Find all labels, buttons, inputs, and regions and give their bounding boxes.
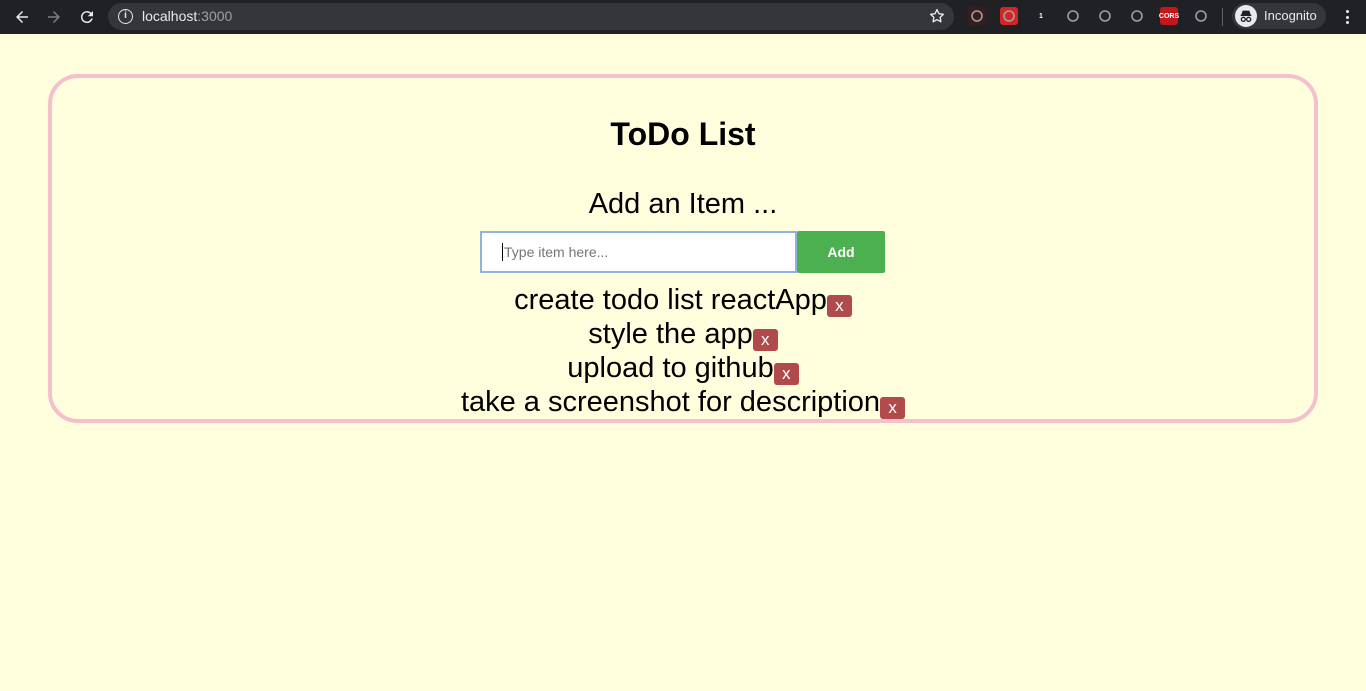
color-picker-extension-icon[interactable] bbox=[1192, 7, 1210, 25]
delete-item-button[interactable]: x bbox=[752, 329, 778, 351]
browser-menu-icon[interactable] bbox=[1338, 8, 1356, 26]
todo-item: style the app x bbox=[0, 317, 1366, 351]
add-item-heading: Add an Item ... bbox=[588, 188, 778, 220]
shield-extension-icon[interactable] bbox=[1096, 7, 1114, 25]
todo-item: upload to github x bbox=[0, 351, 1366, 385]
address-bar[interactable]: i localhost:3000 bbox=[108, 3, 954, 30]
url-text[interactable]: localhost:3000 bbox=[142, 8, 232, 24]
todo-item-text: create todo list reactApp bbox=[514, 284, 827, 316]
new-item-input[interactable] bbox=[480, 231, 797, 273]
cors-extension-icon[interactable]: CORS bbox=[1159, 7, 1179, 25]
delete-item-button[interactable]: x bbox=[826, 295, 852, 317]
todo-item: take a screenshot for description x bbox=[0, 385, 1366, 419]
adblock-hand-icon[interactable] bbox=[1000, 7, 1018, 25]
toolbar-divider bbox=[1222, 8, 1223, 26]
incognito-profile-button[interactable]: Incognito bbox=[1232, 3, 1326, 29]
password-manager-icon[interactable]: 1 bbox=[1032, 7, 1050, 25]
profile-label: Incognito bbox=[1264, 8, 1317, 23]
site-info-icon[interactable]: i bbox=[118, 9, 133, 24]
todo-item-text: upload to github bbox=[567, 352, 774, 384]
bookmark-star-icon[interactable] bbox=[928, 7, 946, 25]
react-devtools-icon[interactable] bbox=[1128, 7, 1146, 25]
page-title: ToDo List bbox=[610, 116, 756, 152]
add-button[interactable]: Add bbox=[797, 231, 885, 273]
pdf-extension-icon[interactable] bbox=[968, 7, 986, 25]
reload-icon[interactable] bbox=[75, 5, 99, 29]
todo-list: create todo list reactApp x style the app x… bbox=[0, 283, 1366, 419]
browser-toolbar: i localhost:3000 1 CORS Incognito bbox=[0, 0, 1366, 34]
delete-item-button[interactable]: x bbox=[880, 397, 906, 419]
todo-item-text: style the app bbox=[588, 318, 753, 350]
todo-item-text: take a screenshot for description bbox=[460, 386, 881, 418]
back-arrow-icon[interactable] bbox=[10, 5, 34, 29]
forward-arrow-icon[interactable] bbox=[42, 5, 66, 29]
text-caret bbox=[502, 243, 503, 261]
delete-item-button[interactable]: x bbox=[773, 363, 799, 385]
todo-item: create todo list reactApp x bbox=[0, 283, 1366, 317]
incognito-icon bbox=[1235, 5, 1257, 27]
vue-devtools-icon[interactable] bbox=[1064, 7, 1082, 25]
